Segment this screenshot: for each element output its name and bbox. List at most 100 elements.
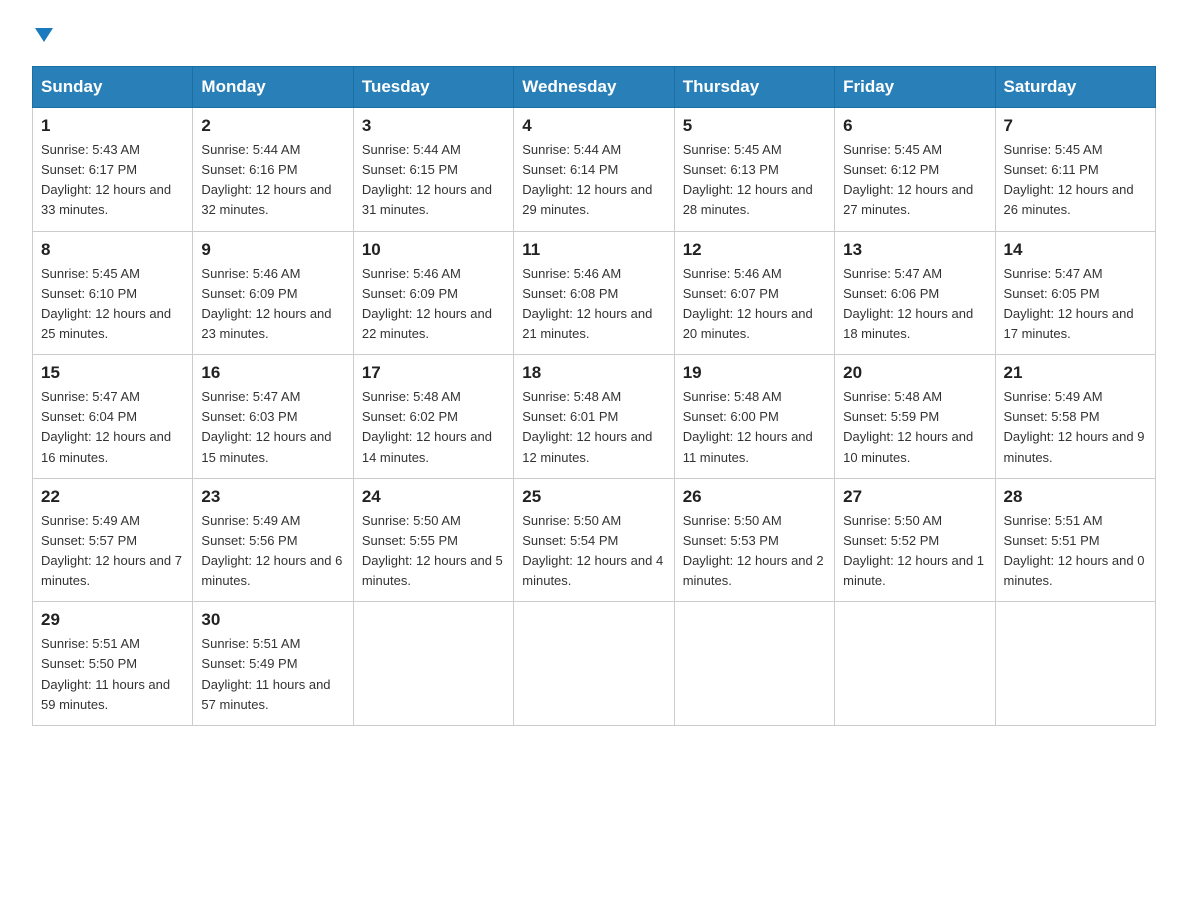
calendar-cell: 13 Sunrise: 5:47 AM Sunset: 6:06 PM Dayl… bbox=[835, 231, 995, 355]
logo bbox=[32, 24, 53, 46]
daylight-label: Daylight: 12 hours and 21 minutes. bbox=[522, 306, 652, 341]
calendar-cell: 23 Sunrise: 5:49 AM Sunset: 5:56 PM Dayl… bbox=[193, 478, 353, 602]
sunset-label: Sunset: 5:58 PM bbox=[1004, 409, 1100, 424]
day-number: 7 bbox=[1004, 116, 1147, 136]
day-number: 22 bbox=[41, 487, 184, 507]
day-info: Sunrise: 5:49 AM Sunset: 5:57 PM Dayligh… bbox=[41, 511, 184, 592]
daylight-label: Daylight: 12 hours and 11 minutes. bbox=[683, 429, 813, 464]
day-number: 29 bbox=[41, 610, 184, 630]
daylight-label: Daylight: 12 hours and 29 minutes. bbox=[522, 182, 652, 217]
calendar-cell: 16 Sunrise: 5:47 AM Sunset: 6:03 PM Dayl… bbox=[193, 355, 353, 479]
day-info: Sunrise: 5:50 AM Sunset: 5:54 PM Dayligh… bbox=[522, 511, 665, 592]
day-info: Sunrise: 5:50 AM Sunset: 5:55 PM Dayligh… bbox=[362, 511, 505, 592]
calendar-cell: 22 Sunrise: 5:49 AM Sunset: 5:57 PM Dayl… bbox=[33, 478, 193, 602]
day-number: 18 bbox=[522, 363, 665, 383]
calendar-cell: 15 Sunrise: 5:47 AM Sunset: 6:04 PM Dayl… bbox=[33, 355, 193, 479]
sunrise-label: Sunrise: 5:51 AM bbox=[1004, 513, 1103, 528]
sunrise-label: Sunrise: 5:50 AM bbox=[683, 513, 782, 528]
daylight-label: Daylight: 12 hours and 12 minutes. bbox=[522, 429, 652, 464]
sunrise-label: Sunrise: 5:50 AM bbox=[843, 513, 942, 528]
day-number: 5 bbox=[683, 116, 826, 136]
day-number: 12 bbox=[683, 240, 826, 260]
daylight-label: Daylight: 12 hours and 18 minutes. bbox=[843, 306, 973, 341]
daylight-label: Daylight: 12 hours and 28 minutes. bbox=[683, 182, 813, 217]
sunset-label: Sunset: 6:01 PM bbox=[522, 409, 618, 424]
sunset-label: Sunset: 6:08 PM bbox=[522, 286, 618, 301]
sunset-label: Sunset: 5:54 PM bbox=[522, 533, 618, 548]
day-number: 28 bbox=[1004, 487, 1147, 507]
sunset-label: Sunset: 5:57 PM bbox=[41, 533, 137, 548]
daylight-label: Daylight: 12 hours and 14 minutes. bbox=[362, 429, 492, 464]
sunset-label: Sunset: 6:07 PM bbox=[683, 286, 779, 301]
daylight-label: Daylight: 12 hours and 2 minutes. bbox=[683, 553, 824, 588]
day-info: Sunrise: 5:46 AM Sunset: 6:08 PM Dayligh… bbox=[522, 264, 665, 345]
daylight-label: Daylight: 12 hours and 33 minutes. bbox=[41, 182, 171, 217]
sunrise-label: Sunrise: 5:51 AM bbox=[201, 636, 300, 651]
day-number: 10 bbox=[362, 240, 505, 260]
day-info: Sunrise: 5:51 AM Sunset: 5:51 PM Dayligh… bbox=[1004, 511, 1147, 592]
day-info: Sunrise: 5:49 AM Sunset: 5:56 PM Dayligh… bbox=[201, 511, 344, 592]
sunset-label: Sunset: 6:12 PM bbox=[843, 162, 939, 177]
sunset-label: Sunset: 6:13 PM bbox=[683, 162, 779, 177]
day-info: Sunrise: 5:48 AM Sunset: 5:59 PM Dayligh… bbox=[843, 387, 986, 468]
calendar-cell bbox=[995, 602, 1155, 726]
daylight-label: Daylight: 12 hours and 22 minutes. bbox=[362, 306, 492, 341]
daylight-label: Daylight: 12 hours and 31 minutes. bbox=[362, 182, 492, 217]
sunset-label: Sunset: 5:55 PM bbox=[362, 533, 458, 548]
sunrise-label: Sunrise: 5:48 AM bbox=[362, 389, 461, 404]
day-of-week-header: Friday bbox=[835, 67, 995, 108]
sunset-label: Sunset: 6:05 PM bbox=[1004, 286, 1100, 301]
daylight-label: Daylight: 12 hours and 5 minutes. bbox=[362, 553, 503, 588]
daylight-label: Daylight: 12 hours and 17 minutes. bbox=[1004, 306, 1134, 341]
daylight-label: Daylight: 12 hours and 25 minutes. bbox=[41, 306, 171, 341]
sunset-label: Sunset: 6:02 PM bbox=[362, 409, 458, 424]
calendar-cell: 1 Sunrise: 5:43 AM Sunset: 6:17 PM Dayli… bbox=[33, 108, 193, 232]
daylight-label: Daylight: 12 hours and 15 minutes. bbox=[201, 429, 331, 464]
daylight-label: Daylight: 12 hours and 27 minutes. bbox=[843, 182, 973, 217]
day-of-week-header: Thursday bbox=[674, 67, 834, 108]
day-number: 26 bbox=[683, 487, 826, 507]
daylight-label: Daylight: 12 hours and 9 minutes. bbox=[1004, 429, 1145, 464]
day-number: 30 bbox=[201, 610, 344, 630]
day-info: Sunrise: 5:50 AM Sunset: 5:53 PM Dayligh… bbox=[683, 511, 826, 592]
sunrise-label: Sunrise: 5:50 AM bbox=[362, 513, 461, 528]
day-info: Sunrise: 5:45 AM Sunset: 6:12 PM Dayligh… bbox=[843, 140, 986, 221]
day-info: Sunrise: 5:46 AM Sunset: 6:09 PM Dayligh… bbox=[362, 264, 505, 345]
calendar-cell: 28 Sunrise: 5:51 AM Sunset: 5:51 PM Dayl… bbox=[995, 478, 1155, 602]
daylight-label: Daylight: 12 hours and 0 minutes. bbox=[1004, 553, 1145, 588]
sunset-label: Sunset: 5:59 PM bbox=[843, 409, 939, 424]
calendar-cell: 30 Sunrise: 5:51 AM Sunset: 5:49 PM Dayl… bbox=[193, 602, 353, 726]
calendar-cell: 17 Sunrise: 5:48 AM Sunset: 6:02 PM Dayl… bbox=[353, 355, 513, 479]
day-number: 27 bbox=[843, 487, 986, 507]
calendar-week-row: 29 Sunrise: 5:51 AM Sunset: 5:50 PM Dayl… bbox=[33, 602, 1156, 726]
day-info: Sunrise: 5:47 AM Sunset: 6:03 PM Dayligh… bbox=[201, 387, 344, 468]
sunset-label: Sunset: 5:49 PM bbox=[201, 656, 297, 671]
sunset-label: Sunset: 6:14 PM bbox=[522, 162, 618, 177]
daylight-label: Daylight: 12 hours and 16 minutes. bbox=[41, 429, 171, 464]
daylight-label: Daylight: 12 hours and 1 minute. bbox=[843, 553, 984, 588]
day-number: 6 bbox=[843, 116, 986, 136]
day-number: 15 bbox=[41, 363, 184, 383]
calendar-week-row: 8 Sunrise: 5:45 AM Sunset: 6:10 PM Dayli… bbox=[33, 231, 1156, 355]
day-info: Sunrise: 5:45 AM Sunset: 6:11 PM Dayligh… bbox=[1004, 140, 1147, 221]
day-number: 21 bbox=[1004, 363, 1147, 383]
calendar-cell: 19 Sunrise: 5:48 AM Sunset: 6:00 PM Dayl… bbox=[674, 355, 834, 479]
day-of-week-header: Sunday bbox=[33, 67, 193, 108]
sunset-label: Sunset: 5:52 PM bbox=[843, 533, 939, 548]
day-of-week-header: Monday bbox=[193, 67, 353, 108]
calendar-cell: 18 Sunrise: 5:48 AM Sunset: 6:01 PM Dayl… bbox=[514, 355, 674, 479]
sunset-label: Sunset: 6:11 PM bbox=[1004, 162, 1099, 177]
calendar-cell bbox=[674, 602, 834, 726]
day-info: Sunrise: 5:45 AM Sunset: 6:10 PM Dayligh… bbox=[41, 264, 184, 345]
sunrise-label: Sunrise: 5:47 AM bbox=[41, 389, 140, 404]
day-info: Sunrise: 5:48 AM Sunset: 6:02 PM Dayligh… bbox=[362, 387, 505, 468]
day-number: 11 bbox=[522, 240, 665, 260]
calendar-cell: 27 Sunrise: 5:50 AM Sunset: 5:52 PM Dayl… bbox=[835, 478, 995, 602]
day-info: Sunrise: 5:47 AM Sunset: 6:06 PM Dayligh… bbox=[843, 264, 986, 345]
sunrise-label: Sunrise: 5:44 AM bbox=[362, 142, 461, 157]
calendar-cell: 20 Sunrise: 5:48 AM Sunset: 5:59 PM Dayl… bbox=[835, 355, 995, 479]
sunrise-label: Sunrise: 5:47 AM bbox=[201, 389, 300, 404]
day-info: Sunrise: 5:45 AM Sunset: 6:13 PM Dayligh… bbox=[683, 140, 826, 221]
sunset-label: Sunset: 6:15 PM bbox=[362, 162, 458, 177]
day-info: Sunrise: 5:46 AM Sunset: 6:09 PM Dayligh… bbox=[201, 264, 344, 345]
